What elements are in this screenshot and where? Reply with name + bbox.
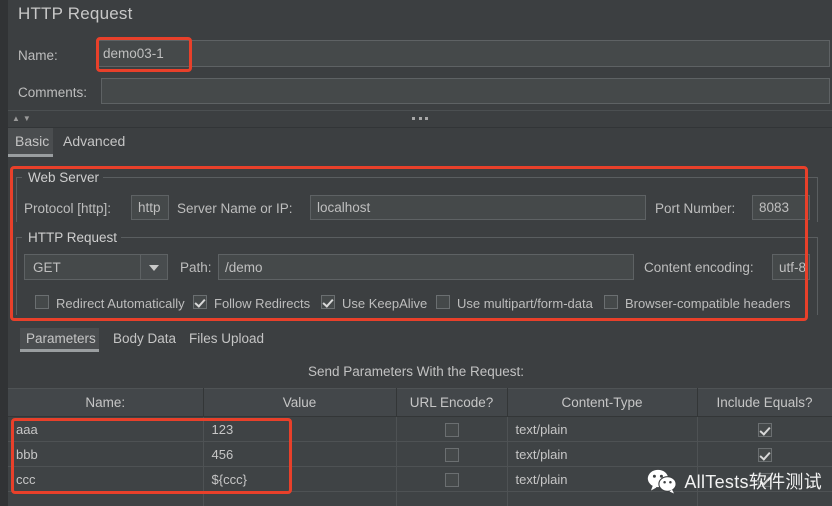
tab-parameters[interactable]: Parameters	[20, 328, 99, 352]
tab-basic[interactable]: Basic	[8, 128, 53, 157]
table-row-empty[interactable]	[8, 491, 832, 506]
group-border-side-right	[817, 177, 818, 222]
path-label: Path:	[180, 260, 212, 275]
cell-name[interactable]: bbb	[8, 441, 204, 467]
panel-splitter[interactable]: ▲▼	[8, 110, 832, 128]
comments-label: Comments:	[18, 85, 88, 100]
cell-empty[interactable]	[396, 491, 508, 506]
group-border-side-left	[16, 237, 17, 315]
chevron-down-icon[interactable]	[140, 255, 167, 279]
cell-content-type[interactable]: text/plain	[507, 416, 698, 442]
path-input[interactable]: /demo	[218, 254, 634, 280]
server-name-label: Server Name or IP:	[177, 201, 293, 216]
cell-empty[interactable]	[203, 491, 397, 506]
cell-empty[interactable]	[8, 491, 204, 506]
splitter-arrow-icons[interactable]: ▲▼	[12, 114, 34, 123]
cell-url-encode[interactable]	[396, 416, 508, 442]
cell-url-encode[interactable]	[396, 466, 508, 492]
checkbox-use-keepalive-label: Use KeepAlive	[342, 296, 428, 311]
checkbox-browser-compatible-headers[interactable]	[604, 295, 618, 309]
cell-empty[interactable]	[697, 491, 832, 506]
checkbox-include-equals[interactable]	[757, 422, 772, 437]
tab-body-data[interactable]: Body Data	[107, 328, 177, 352]
server-name-input[interactable]: localhost	[310, 195, 646, 220]
port-number-label: Port Number:	[655, 201, 736, 216]
http-method-select[interactable]: GET	[24, 254, 168, 280]
cell-name[interactable]: aaa	[8, 416, 204, 442]
web-server-group-title: Web Server	[24, 170, 104, 185]
column-header-name[interactable]: Name:	[8, 388, 204, 417]
column-header-value[interactable]: Value	[203, 388, 397, 417]
column-header-content-type[interactable]: Content-Type	[507, 388, 698, 417]
tab-advanced[interactable]: Advanced	[56, 128, 128, 157]
checkbox-follow-redirects[interactable]	[193, 295, 207, 309]
http-method-value: GET	[33, 259, 61, 275]
cell-name[interactable]: ccc	[8, 466, 204, 492]
cell-include-equals[interactable]	[697, 466, 832, 492]
protocol-input[interactable]: http	[131, 195, 169, 220]
column-header-include-equals[interactable]: Include Equals?	[697, 388, 832, 417]
name-label: Name:	[18, 48, 58, 63]
content-encoding-input[interactable]: utf-8	[772, 254, 810, 280]
group-border-top	[120, 237, 818, 238]
parameters-table: Name: Value URL Encode? Content-Type Inc…	[8, 388, 832, 506]
checkbox-redirect-automatically[interactable]	[35, 295, 49, 309]
checkbox-url-encode[interactable]	[444, 447, 459, 462]
jmeter-http-request-panel: HTTP Request Name: demo03-1 Comments: ▲▼…	[0, 0, 832, 506]
cell-url-encode[interactable]	[396, 441, 508, 467]
cell-value[interactable]: 123	[203, 416, 397, 442]
checkbox-use-multipart-form-data-label: Use multipart/form-data	[457, 296, 593, 311]
protocol-label: Protocol [http]:	[24, 201, 112, 216]
column-header-url-encode[interactable]: URL Encode?	[396, 388, 508, 417]
cell-include-equals[interactable]	[697, 416, 832, 442]
checkbox-url-encode[interactable]	[444, 422, 459, 437]
port-number-input[interactable]: 8083	[752, 195, 810, 220]
checkbox-use-keepalive[interactable]	[321, 295, 335, 309]
checkbox-redirect-automatically-label: Redirect Automatically	[56, 296, 185, 311]
tab-files-upload[interactable]: Files Upload	[183, 328, 266, 352]
content-encoding-label: Content encoding:	[644, 260, 754, 275]
top-tabbar: Basic Advanced	[8, 128, 832, 157]
checkbox-url-encode[interactable]	[444, 472, 459, 487]
table-row[interactable]: bbb 456 text/plain	[8, 441, 832, 467]
splitter-grip-icon[interactable]	[412, 117, 428, 120]
cell-empty[interactable]	[507, 491, 698, 506]
page-title: HTTP Request	[18, 4, 133, 23]
group-border-side-right	[817, 237, 818, 315]
table-header-row: Name: Value URL Encode? Content-Type Inc…	[8, 388, 832, 417]
cell-content-type[interactable]: text/plain	[507, 466, 698, 492]
comments-input[interactable]	[101, 78, 830, 104]
checkbox-include-equals[interactable]	[757, 472, 772, 487]
table-row[interactable]: ccc ${ccc} text/plain	[8, 466, 832, 492]
group-border-top	[102, 177, 818, 178]
http-request-group-title: HTTP Request	[24, 230, 122, 245]
cell-include-equals[interactable]	[697, 441, 832, 467]
checkbox-use-multipart-form-data[interactable]	[436, 295, 450, 309]
cell-value[interactable]: 456	[203, 441, 397, 467]
checkbox-follow-redirects-label: Follow Redirects	[214, 296, 311, 311]
group-border-side-left	[16, 177, 17, 222]
send-parameters-caption: Send Parameters With the Request:	[307, 364, 525, 379]
table-row[interactable]: aaa 123 text/plain	[8, 416, 832, 442]
left-gutter	[0, 0, 8, 506]
cell-value[interactable]: ${ccc}	[203, 466, 397, 492]
checkbox-browser-compatible-headers-label: Browser-compatible headers	[625, 296, 791, 311]
cell-content-type[interactable]: text/plain	[507, 441, 698, 467]
checkbox-include-equals[interactable]	[757, 447, 772, 462]
name-input[interactable]: demo03-1	[96, 40, 830, 67]
